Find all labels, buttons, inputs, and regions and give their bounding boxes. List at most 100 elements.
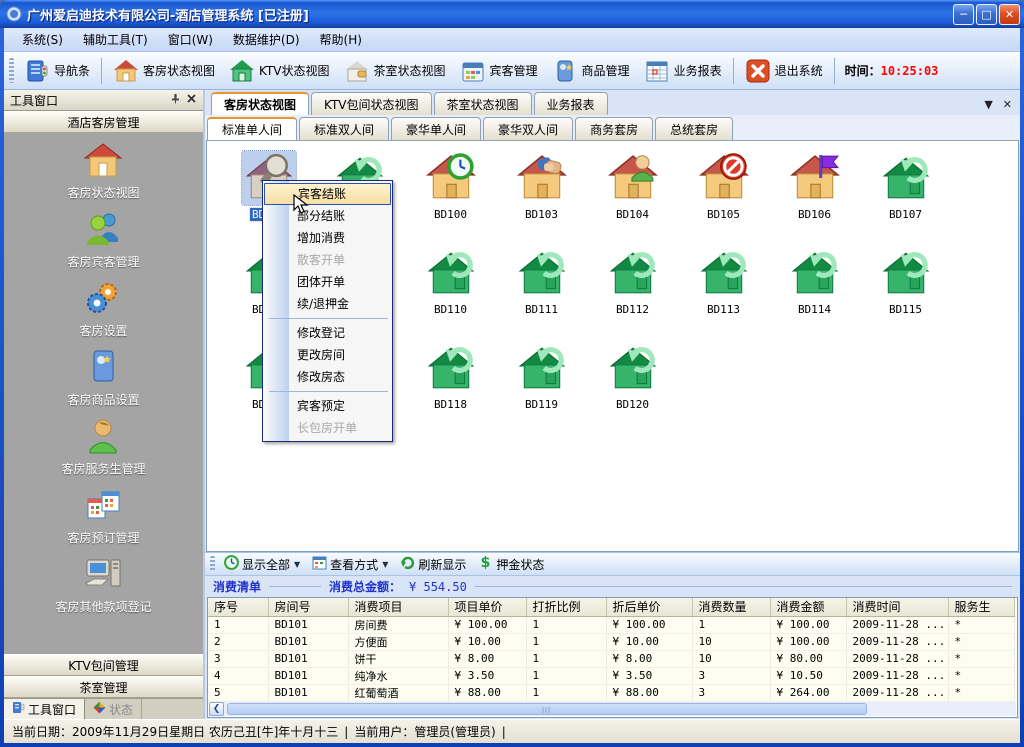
toolbar-button-0[interactable]: 导航条 — [17, 55, 97, 87]
column-header-4[interactable]: 打折比例 — [526, 598, 606, 616]
room-BD113[interactable]: BD113 — [678, 246, 769, 341]
toolbar-button-6[interactable]: 业务报表 — [637, 55, 729, 87]
room-BD112[interactable]: BD112 — [587, 246, 678, 341]
sidebar-bottom-tab-0[interactable]: 工具窗口 — [4, 699, 85, 719]
context-menu-item-9[interactable]: 宾客预定 — [263, 395, 392, 417]
cell: BD101 — [268, 667, 348, 684]
column-header-2[interactable]: 消费项目 — [348, 598, 448, 616]
pin-icon[interactable] — [167, 93, 183, 107]
room-BD111[interactable]: BD111 — [496, 246, 587, 341]
column-header-1[interactable]: 房间号 — [268, 598, 348, 616]
table-row[interactable]: 2BD101方便面¥ 10.001¥ 10.0010¥ 100.002009-1… — [208, 633, 1014, 650]
close-icon[interactable] — [183, 93, 199, 107]
sidebar-item-1[interactable]: 客房宾客管理 — [67, 210, 139, 270]
scrollbar-thumb[interactable] — [227, 703, 867, 715]
room-BD114[interactable]: BD114 — [769, 246, 860, 341]
chevron-down-icon[interactable]: ▼ — [294, 560, 300, 569]
room-type-tab-1[interactable]: 标准双人间 — [299, 117, 389, 140]
room-BD118[interactable]: BD118 — [405, 341, 496, 436]
main-tab-3[interactable]: 业务报表 — [534, 92, 608, 115]
table-row[interactable]: 4BD101纯净水¥ 3.501¥ 3.503¥ 10.502009-11-28… — [208, 667, 1014, 684]
close-icon[interactable]: ✕ — [1003, 98, 1012, 111]
sidebar-item-0[interactable]: 客房状态视图 — [67, 141, 139, 201]
room-type-tab-5[interactable]: 总统套房 — [655, 117, 733, 140]
column-header-9[interactable]: 服务生 — [948, 598, 1014, 616]
chevron-down-icon[interactable]: ▼ — [382, 560, 388, 569]
table-row[interactable]: 5BD101红葡萄酒¥ 88.001¥ 88.003¥ 264.002009-1… — [208, 684, 1014, 701]
room-BD100[interactable]: BD100 — [405, 151, 496, 246]
room-type-tab-3[interactable]: 豪华双人间 — [483, 117, 573, 140]
room-type-tab-2[interactable]: 豪华单人间 — [391, 117, 481, 140]
context-menu-item-8[interactable]: 修改房态 — [263, 366, 392, 388]
menu-item-2[interactable]: 窗口(W) — [158, 29, 223, 50]
toolbar-button-4[interactable]: 宾客管理 — [453, 55, 545, 87]
column-header-3[interactable]: 项目单价 — [448, 598, 526, 616]
room-BD107[interactable]: BD107 — [860, 151, 951, 246]
toolbar-button-2[interactable]: KTV状态视图 — [222, 55, 336, 87]
sidebar-item-5[interactable]: 客房预订管理 — [67, 486, 139, 546]
context-menu-item-0[interactable]: 宾客结账 — [264, 183, 391, 205]
toolbar-button-7[interactable]: 退出系统 — [738, 55, 830, 87]
column-header-8[interactable]: 消费时间 — [846, 598, 948, 616]
room-BD120[interactable]: BD120 — [587, 341, 678, 436]
view-toolbar-button-2[interactable]: 刷新显示 — [394, 553, 472, 575]
table-row[interactable]: 3BD101饼干¥ 8.001¥ 8.0010¥ 80.002009-11-28… — [208, 650, 1014, 667]
menu-item-3[interactable]: 数据维护(D) — [223, 29, 310, 50]
room-BD105[interactable]: BD105 — [678, 151, 769, 246]
cell: BD101 — [268, 616, 348, 633]
column-header-5[interactable]: 折后单价 — [606, 598, 692, 616]
minimize-button[interactable]: ─ — [953, 4, 974, 25]
context-menu-item-5[interactable]: 续/退押金 — [263, 293, 392, 315]
table-row[interactable]: 1BD101房间费¥ 100.001¥ 100.001¥ 100.002009-… — [208, 616, 1014, 633]
sidebar-section-hotel-rooms[interactable]: 酒店客房管理 — [4, 111, 203, 133]
menu-item-1[interactable]: 辅助工具(T) — [73, 29, 158, 50]
column-header-0[interactable]: 序号 — [208, 598, 268, 616]
room-BD115[interactable]: BD115 — [860, 246, 951, 341]
view-toolbar-grip[interactable] — [210, 556, 215, 571]
context-menu-item-2[interactable]: 增加消费 — [263, 227, 392, 249]
toolbar-button-5[interactable]: 商品管理 — [545, 55, 637, 87]
room-BD119[interactable]: BD119 — [496, 341, 587, 436]
scroll-left-button[interactable]: ❮ — [209, 702, 224, 716]
main-tab-1[interactable]: KTV包间状态视图 — [311, 92, 431, 115]
toolbar-grip[interactable] — [9, 58, 14, 84]
context-menu-item-7[interactable]: 更改房间 — [263, 344, 392, 366]
sidebar-item-6[interactable]: 客房其他款项登记 — [55, 555, 151, 615]
sidebar-section-tea[interactable]: 茶室管理 — [4, 676, 203, 698]
column-header-7[interactable]: 消费金额 — [770, 598, 846, 616]
chevron-down-icon[interactable]: ▼ — [984, 98, 992, 111]
sidebar-bottom-tabs: 工具窗口状态 — [4, 698, 203, 719]
room-type-tab-4[interactable]: 商务套房 — [575, 117, 653, 140]
sidebar-item-2[interactable]: 客房设置 — [79, 279, 127, 339]
context-menu-item-6[interactable]: 修改登记 — [263, 322, 392, 344]
room-BD110[interactable]: BD110 — [405, 246, 496, 341]
context-menu-item-1[interactable]: 部分结账 — [263, 205, 392, 227]
main-tab-2[interactable]: 茶室状态视图 — [434, 92, 532, 115]
menu-item-4[interactable]: 帮助(H) — [310, 29, 372, 50]
room-BD103[interactable]: BD103 — [496, 151, 587, 246]
sidebar-item-4[interactable]: 客房服务生管理 — [61, 417, 145, 477]
sidebar-item-3[interactable]: 客房商品设置 — [67, 348, 139, 408]
menu-item-0[interactable]: 系统(S) — [12, 29, 73, 50]
maximize-button[interactable]: □ — [976, 4, 997, 25]
room-type-tab-0[interactable]: 标准单人间 — [207, 117, 297, 140]
toolbar-button-3[interactable]: 茶室状态视图 — [337, 55, 453, 87]
sidebar-bottom-tab-1[interactable]: 状态 — [85, 699, 142, 719]
sidebar-item-label: 客房设置 — [79, 322, 127, 339]
context-menu-item-4[interactable]: 团体开单 — [263, 271, 392, 293]
view-toolbar: 显示全部▼查看方式▼刷新显示$押金状态 — [205, 552, 1020, 576]
horizontal-scrollbar[interactable]: ❮ — [209, 702, 1016, 716]
view-toolbar-button-1[interactable]: 查看方式▼ — [306, 553, 394, 575]
close-button[interactable]: ✕ — [999, 4, 1020, 25]
room-BD106[interactable]: BD106 — [769, 151, 860, 246]
room-label: BD100 — [432, 208, 469, 221]
view-toolbar-button-0[interactable]: 显示全部▼ — [218, 553, 306, 575]
column-header-6[interactable]: 消费数量 — [692, 598, 770, 616]
app-icon — [6, 6, 22, 22]
main-tab-0[interactable]: 客房状态视图 — [211, 92, 309, 115]
toolbar-button-1[interactable]: 客房状态视图 — [106, 55, 222, 87]
sidebar-section-ktv[interactable]: KTV包间管理 — [4, 654, 203, 676]
cell: 3 — [208, 650, 268, 667]
room-BD104[interactable]: BD104 — [587, 151, 678, 246]
view-toolbar-button-3[interactable]: $押金状态 — [472, 553, 550, 575]
